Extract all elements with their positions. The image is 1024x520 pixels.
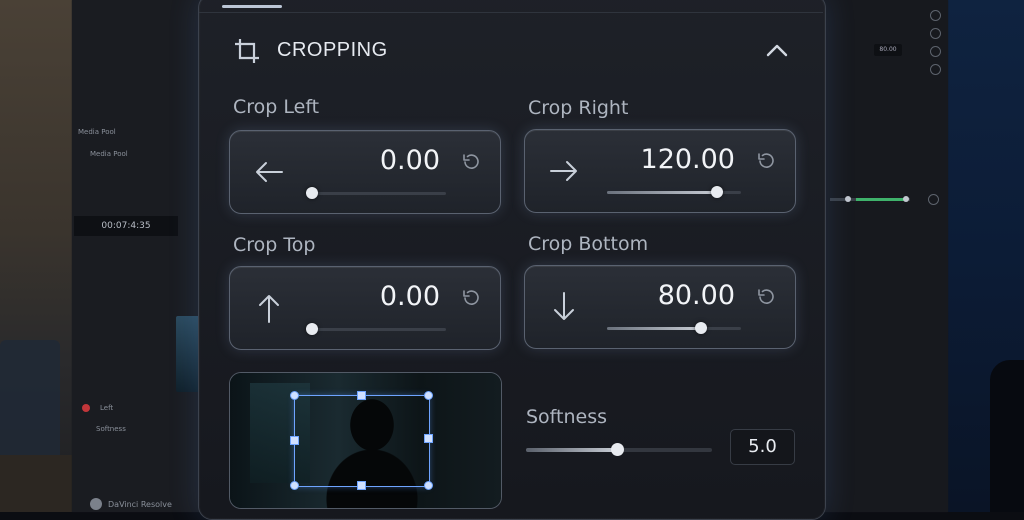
crop-top-slider-track[interactable] [312,328,446,331]
background-value-box[interactable]: 80.00 [874,44,902,56]
crop-handle-bottom-right[interactable] [424,481,433,490]
crop-left-value[interactable]: 0.00 [380,145,440,177]
media-pool-label[interactable]: Media Pool [78,128,116,136]
crop-bottom-slider-knob[interactable] [695,322,707,334]
crop-handle-bottom-left[interactable] [290,481,299,490]
crop-handle-right[interactable] [424,434,433,443]
background-desk [0,455,80,512]
background-slider-fill [856,198,906,201]
track-softness-label: Softness [96,425,126,433]
background-slider-knob[interactable] [903,196,909,202]
background-reset-icon[interactable] [928,194,939,205]
active-tab-indicator [222,5,282,8]
reset-icon[interactable] [755,286,777,308]
softness-label: Softness [526,406,608,428]
arrow-down-icon [554,292,574,320]
crop-bottom-field[interactable]: 80.00 [524,265,796,349]
crop-rectangle[interactable] [294,395,430,487]
crop-left-slider-knob[interactable] [306,187,318,199]
crop-bottom-slider-fill [607,327,701,330]
crop-handle-top-left[interactable] [290,391,299,400]
crop-left-slider-track[interactable] [312,192,446,195]
crop-right-label: Crop Right [528,97,629,119]
crop-right-value[interactable]: 120.00 [641,144,735,176]
brand-label: DaVinci Resolve [108,500,172,509]
track-left-label: Left [100,404,114,412]
background-slider-knob[interactable] [845,196,851,202]
arrow-up-icon [259,295,279,323]
crop-handle-top-right[interactable] [424,391,433,400]
background-reset-icon[interactable] [930,10,941,21]
crop-top-value[interactable]: 0.00 [380,281,440,313]
crop-bottom-value[interactable]: 80.00 [658,280,735,312]
background-app-right-panel [822,0,948,512]
background-person [990,360,1024,512]
timecode-display: 00:07:4:35 [74,216,178,236]
reset-icon[interactable] [755,150,777,172]
crop-right-slider-fill [607,191,717,194]
crop-top-slider-knob[interactable] [306,323,318,335]
crop-bottom-label: Crop Bottom [528,233,649,255]
panel-title: CROPPING [277,39,388,61]
crop-right-slider-knob[interactable] [711,186,723,198]
reset-icon[interactable] [460,151,482,173]
crop-left-label: Crop Left [233,96,320,118]
background-reset-icon[interactable] [930,64,941,75]
crop-handle-left[interactable] [290,436,299,445]
crop-right-field[interactable]: 120.00 [524,129,796,213]
crop-handle-top[interactable] [357,391,366,400]
softness-input[interactable]: 5.0 [730,429,795,465]
track-indicator [82,404,90,412]
crop-left-field[interactable]: 0.00 [229,130,501,214]
background-app-left-panel [72,0,201,512]
arrow-right-icon [550,161,577,181]
background-reset-icon[interactable] [930,46,941,57]
crop-handle-bottom[interactable] [357,481,366,490]
panel-divider [199,12,823,13]
crop-top-label: Crop Top [233,234,316,256]
softness-slider-knob[interactable] [611,443,624,456]
crop-icon [235,39,259,63]
crop-preview[interactable] [229,372,502,509]
arrow-left-icon [256,162,283,182]
chevron-up-icon[interactable] [762,36,792,64]
reset-icon[interactable] [460,287,482,309]
resolve-logo-icon [90,498,102,510]
media-pool-sublabel: Media Pool [90,150,128,158]
softness-slider-fill [526,448,617,452]
background-reset-icon[interactable] [930,28,941,39]
crop-top-field[interactable]: 0.00 [229,266,501,350]
background-chair [0,340,60,460]
clip-thumbnail[interactable] [176,316,200,392]
